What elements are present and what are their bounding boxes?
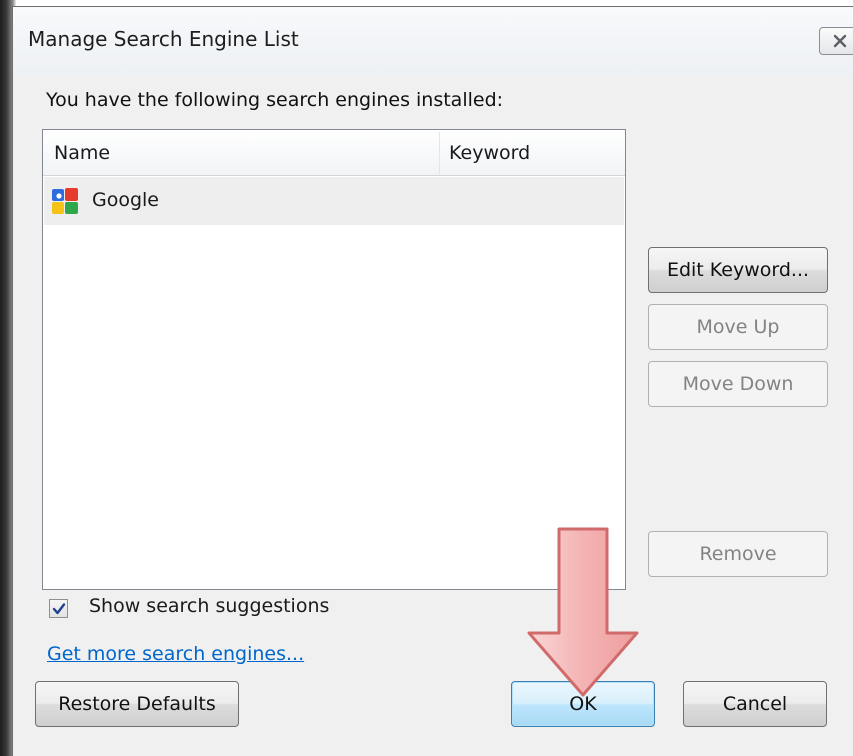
close-icon xyxy=(832,34,848,48)
column-divider[interactable] xyxy=(439,132,440,174)
column-header-name[interactable]: Name xyxy=(54,142,110,164)
window-title: Manage Search Engine List xyxy=(28,27,299,51)
show-suggestions-checkbox[interactable] xyxy=(49,599,68,618)
move-down-button[interactable]: Move Down xyxy=(648,361,828,407)
down-arrow-icon xyxy=(523,527,643,699)
manage-search-engine-dialog: Manage Search Engine List You have the f… xyxy=(12,6,853,756)
cancel-button[interactable]: Cancel xyxy=(683,681,827,727)
restore-defaults-button[interactable]: Restore Defaults xyxy=(35,681,239,727)
intro-text: You have the following search engines in… xyxy=(46,89,504,111)
list-item[interactable]: Google xyxy=(44,177,624,225)
close-button[interactable] xyxy=(819,27,853,55)
title-bar: Manage Search Engine List xyxy=(13,7,853,75)
edit-keyword-button[interactable]: Edit Keyword... xyxy=(648,247,828,293)
get-more-engines-link[interactable]: Get more search engines... xyxy=(47,643,304,665)
google-icon xyxy=(50,187,80,215)
checkmark-icon xyxy=(52,603,66,615)
column-header-keyword[interactable]: Keyword xyxy=(449,142,530,164)
list-header: Name Keyword xyxy=(43,130,625,176)
search-engine-list[interactable]: Name Keyword Google xyxy=(42,129,626,590)
remove-button[interactable]: Remove xyxy=(648,531,828,577)
move-up-button[interactable]: Move Up xyxy=(648,304,828,350)
show-suggestions-label[interactable]: Show search suggestions xyxy=(89,595,329,617)
engine-name: Google xyxy=(92,189,160,211)
